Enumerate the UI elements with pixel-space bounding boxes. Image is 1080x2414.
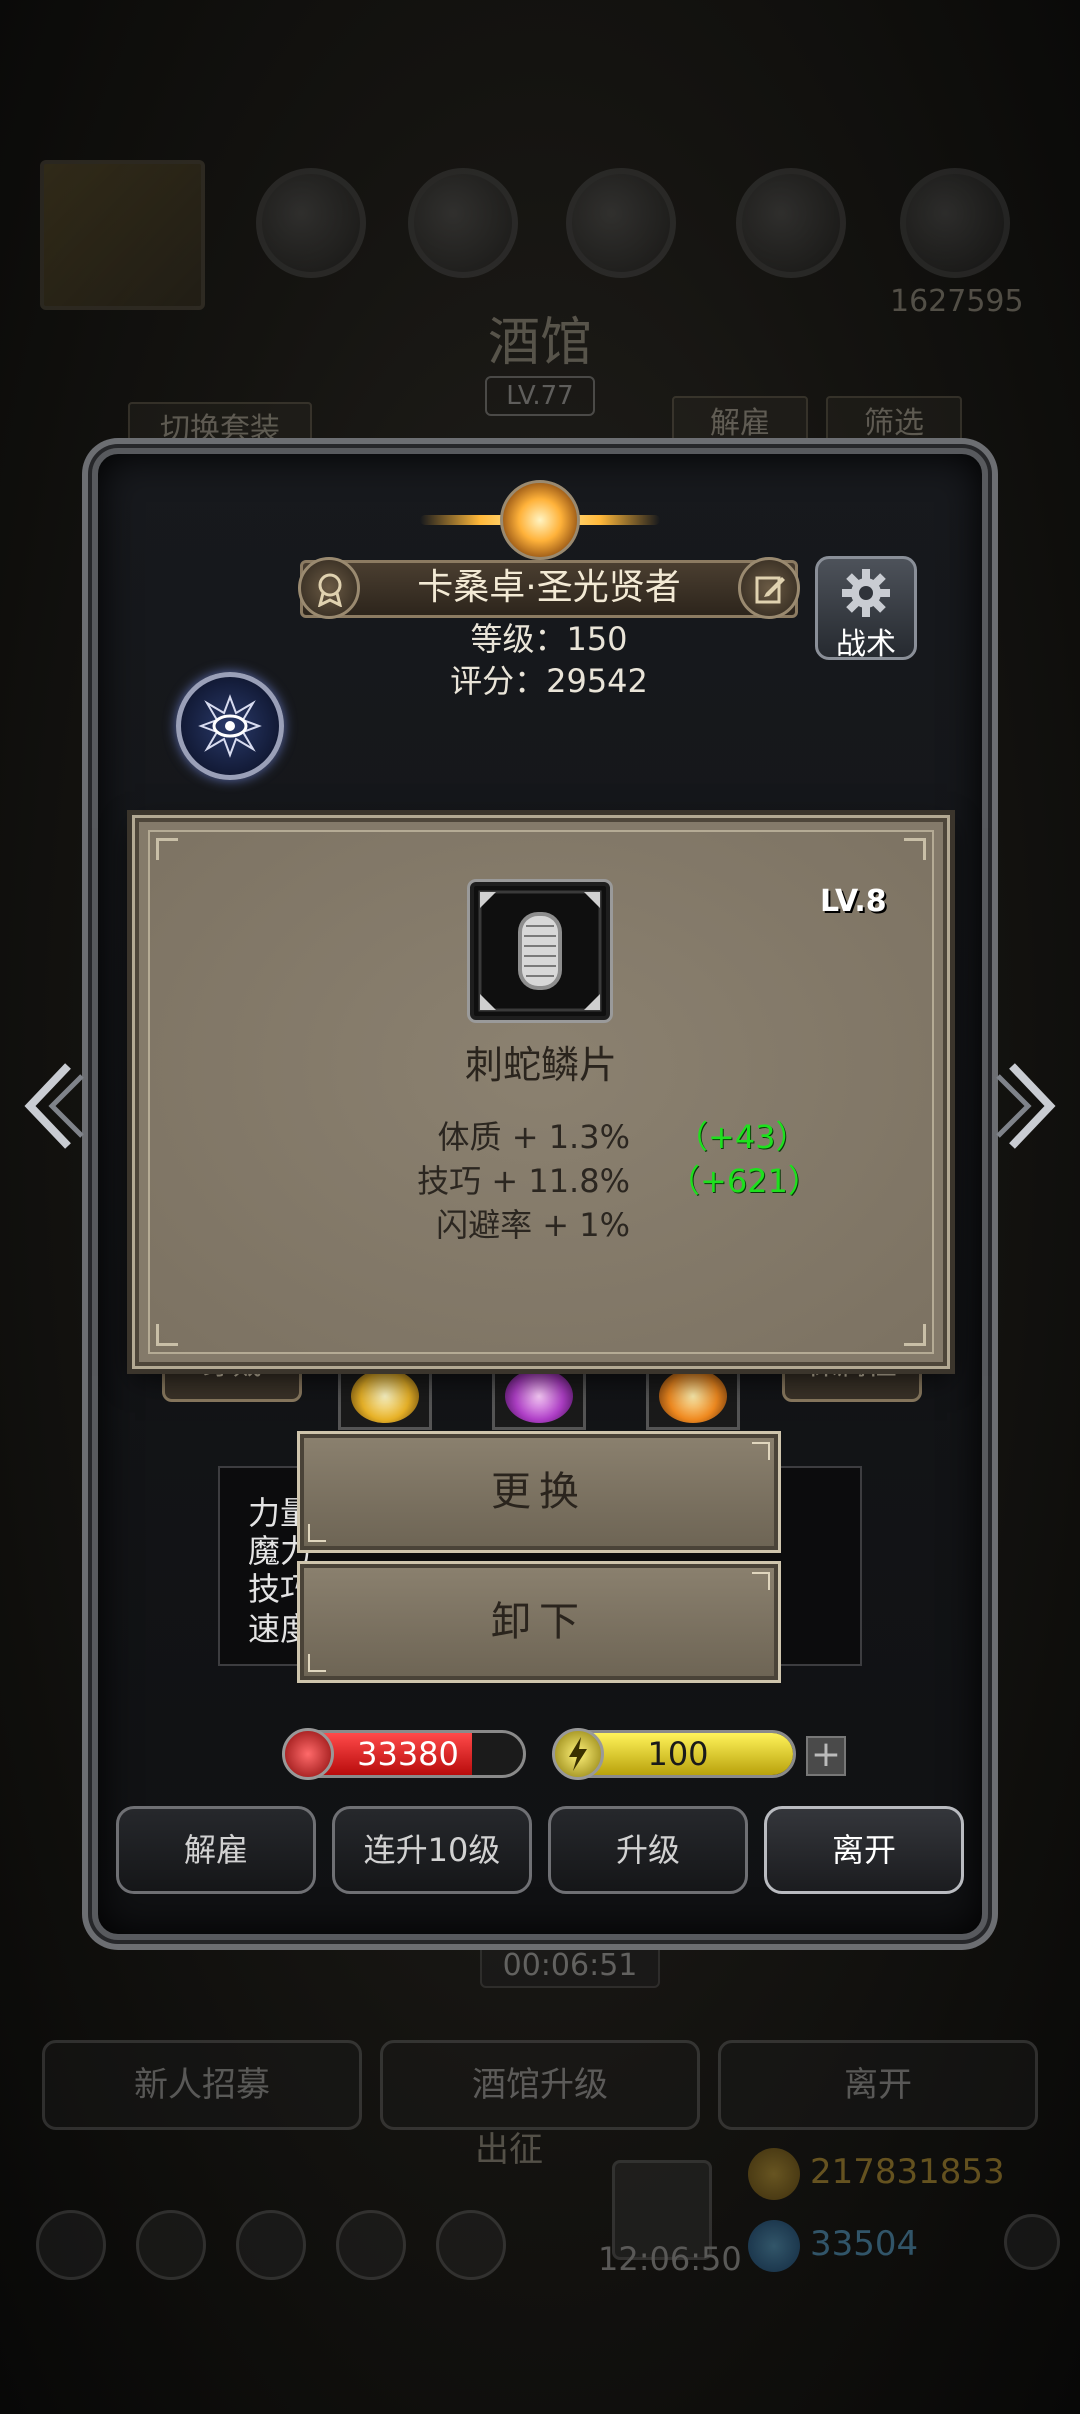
bg-orb-icon bbox=[900, 168, 1010, 278]
item-attr-dodge: 闪避率 + 1% bbox=[436, 1206, 630, 1244]
bg-gem-amount: 33504 bbox=[810, 2224, 919, 2264]
bg-dock-icon bbox=[36, 2210, 106, 2280]
bg-dock-icon bbox=[236, 2210, 306, 2280]
card-corner bbox=[156, 1324, 178, 1346]
game-screen: 酒馆 LV.77 1627595 切换套装 解雇 筛选 00:06:51 新人招… bbox=[0, 0, 1080, 2414]
card-corner bbox=[904, 838, 926, 860]
crest-ornament-icon bbox=[420, 465, 660, 575]
bg-top-number: 1627595 bbox=[890, 284, 1024, 319]
unequip-item-label: 卸下 bbox=[491, 1599, 587, 1645]
hero-level: 等级：150 bbox=[470, 620, 628, 658]
skill-shield-icon[interactable] bbox=[646, 1360, 740, 1430]
bg-recruit-button: 新人招募 bbox=[42, 2040, 362, 2130]
dismiss-hero-button[interactable]: 解雇 bbox=[116, 1806, 316, 1894]
level-up-button[interactable]: 升级 bbox=[548, 1806, 748, 1894]
bg-orb-icon bbox=[256, 168, 366, 278]
bg-filter-button: 筛选 bbox=[826, 396, 962, 452]
bg-tavern-upgrade-button: 酒馆升级 bbox=[380, 2040, 700, 2130]
tactics-button[interactable]: 战术 bbox=[815, 556, 917, 662]
heart-icon bbox=[282, 1728, 334, 1780]
bg-orb-icon bbox=[408, 168, 518, 278]
bg-plus-icon bbox=[1004, 2214, 1060, 2270]
bg-leave-button: 离开 bbox=[718, 2040, 1038, 2130]
unequip-item-button[interactable]: 卸下 bbox=[300, 1564, 778, 1680]
replace-item-label: 更换 bbox=[491, 1469, 587, 1515]
snake-scale-icon bbox=[478, 890, 602, 1012]
next-hero-arrow-icon[interactable] bbox=[994, 1058, 1064, 1154]
card-corner bbox=[156, 838, 178, 860]
bg-hero-portrait bbox=[40, 160, 205, 310]
card-corner bbox=[904, 1324, 926, 1346]
level-up-10-button[interactable]: 连升10级 bbox=[332, 1806, 532, 1894]
item-attr-skill-bonus: （+621） bbox=[668, 1162, 820, 1200]
replace-item-button[interactable]: 更换 bbox=[300, 1434, 778, 1550]
eye-emblem-icon[interactable] bbox=[176, 672, 284, 780]
item-level: LV.8 bbox=[820, 884, 887, 919]
gold-coin-icon bbox=[748, 2148, 800, 2200]
bg-expedition-label: 出征 bbox=[475, 2130, 543, 2170]
bg-orb-icon bbox=[736, 168, 846, 278]
gem-icon bbox=[748, 2220, 800, 2272]
item-name: 刺蛇鳞片 bbox=[464, 1043, 617, 1087]
bg-orb-icon bbox=[566, 168, 676, 278]
bg-timer: 00:06:51 bbox=[480, 1944, 660, 1988]
skill-light-icon[interactable] bbox=[338, 1360, 432, 1430]
bg-dismiss-button: 解雇 bbox=[672, 396, 808, 452]
bg-clock: 12:06:50 bbox=[598, 2240, 742, 2278]
tactics-label: 战术 bbox=[836, 627, 896, 662]
bg-gold-amount: 217831853 bbox=[810, 2152, 1005, 2192]
previous-hero-arrow-icon[interactable] bbox=[16, 1058, 86, 1154]
lightning-icon bbox=[552, 1728, 604, 1780]
item-attr-constitution: 体质 + 1.3% bbox=[437, 1118, 630, 1156]
item-attr-skill: 技巧 + 11.8% bbox=[417, 1162, 630, 1200]
bg-dock-icon bbox=[336, 2210, 406, 2280]
bg-level-badge: LV.77 bbox=[485, 376, 595, 416]
item-icon bbox=[470, 882, 610, 1020]
add-energy-button[interactable]: + bbox=[806, 1736, 846, 1776]
bg-dock-icon bbox=[436, 2210, 506, 2280]
edit-name-icon[interactable] bbox=[738, 557, 800, 619]
hero-score: 评分：29542 bbox=[450, 662, 648, 700]
bg-dock-icon bbox=[136, 2210, 206, 2280]
gear-icon bbox=[842, 569, 890, 617]
hero-name: 卡桑卓·圣光贤者 bbox=[417, 567, 681, 608]
leave-button[interactable]: 离开 bbox=[764, 1806, 964, 1894]
skill-arcane-icon[interactable] bbox=[492, 1360, 586, 1430]
item-attr-constitution-bonus: （+43） bbox=[676, 1118, 808, 1156]
